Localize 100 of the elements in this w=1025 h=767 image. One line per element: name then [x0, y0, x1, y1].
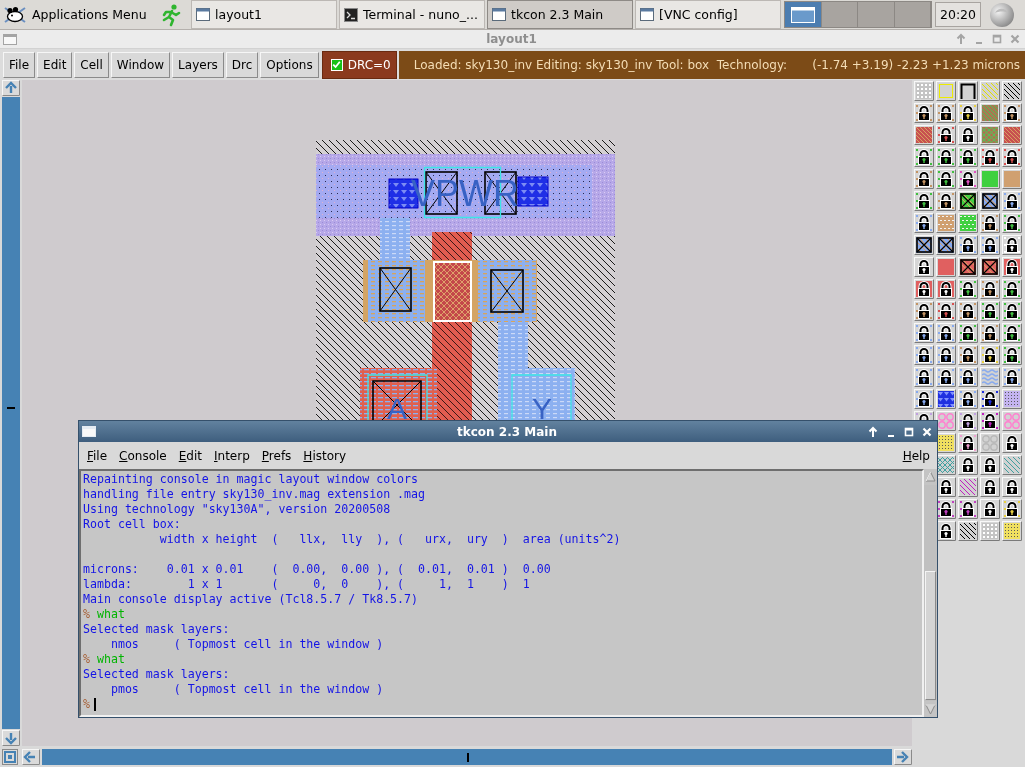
padlock-icon[interactable] — [958, 411, 978, 431]
padlock-icon[interactable] — [914, 191, 934, 211]
padlock-icon[interactable] — [958, 235, 978, 255]
menu-button[interactable]: Window — [110, 51, 171, 78]
padlock-icon[interactable] — [914, 367, 934, 387]
padlock-icon[interactable] — [914, 257, 934, 277]
padlock-icon[interactable] — [958, 301, 978, 321]
solid-swatch-icon[interactable] — [980, 169, 1000, 189]
dotted-swatch-icon[interactable] — [1002, 389, 1022, 409]
menu-item[interactable]: Interp — [214, 448, 250, 463]
padlock-icon[interactable] — [1002, 477, 1022, 497]
brick-swatch-icon[interactable] — [936, 213, 956, 233]
ring-swatch-icon[interactable] — [936, 411, 956, 431]
padlock-icon[interactable] — [936, 191, 956, 211]
crossed-swatch-icon[interactable] — [980, 257, 1000, 277]
padlock-icon[interactable] — [958, 125, 978, 145]
menu-button[interactable]: Drc — [225, 51, 259, 78]
ring-swatch-icon[interactable] — [1002, 411, 1022, 431]
padlock-icon[interactable] — [980, 213, 1000, 233]
nested-square-icon[interactable] — [2, 748, 18, 765]
hatched-swatch-icon[interactable] — [1002, 81, 1022, 101]
padlock-icon[interactable] — [1002, 213, 1022, 233]
checkbox[interactable] — [330, 58, 343, 71]
applications-menu-button[interactable]: Applications Menu — [0, 0, 156, 29]
down-arrow-icon[interactable] — [2, 730, 20, 746]
crosshatch-swatch-icon[interactable] — [936, 455, 956, 475]
padlock-icon[interactable] — [980, 411, 1000, 431]
grid-swatch-icon[interactable] — [980, 521, 1000, 541]
scroll-thumb[interactable] — [7, 406, 15, 409]
crossed-swatch-icon[interactable] — [958, 257, 978, 277]
ring-swatch-icon[interactable] — [980, 433, 1000, 453]
hatched-swatch-icon[interactable] — [958, 477, 978, 497]
padlock-icon[interactable] — [980, 477, 1000, 497]
padlock-icon[interactable] — [958, 455, 978, 475]
dotted-swatch-icon[interactable] — [1002, 521, 1022, 541]
hatched-swatch-icon[interactable] — [914, 125, 934, 145]
padlock-icon[interactable] — [1002, 103, 1022, 123]
scroll-thumb[interactable] — [467, 752, 469, 762]
menu-item[interactable]: Prefs — [261, 448, 292, 463]
crossed-swatch-icon[interactable] — [958, 191, 978, 211]
padlock-icon[interactable] — [914, 147, 934, 167]
scroll-thumb[interactable] — [925, 571, 936, 700]
padlock-icon[interactable] — [914, 169, 934, 189]
padlock-icon[interactable] — [936, 521, 956, 541]
padlock-icon[interactable] — [980, 499, 1000, 519]
drc-toggle[interactable]: DRC=0 — [321, 50, 397, 79]
hatched-swatch-icon[interactable] — [1002, 125, 1022, 145]
crossed-swatch-icon[interactable] — [914, 235, 934, 255]
padlock-icon[interactable] — [958, 499, 978, 519]
padlock-icon[interactable] — [1002, 147, 1022, 167]
padlock-icon[interactable] — [1002, 367, 1022, 387]
padlock-icon[interactable] — [914, 345, 934, 365]
hatched-swatch-icon[interactable] — [1002, 455, 1022, 475]
outline-swatch-icon[interactable] — [958, 81, 978, 101]
padlock-icon[interactable] — [914, 389, 934, 409]
padlock-icon[interactable] — [1002, 323, 1022, 343]
solid-swatch-icon[interactable] — [1002, 169, 1022, 189]
workspace-button[interactable] — [785, 2, 822, 27]
padlock-icon[interactable] — [914, 279, 934, 299]
padlock-icon[interactable] — [980, 345, 1000, 365]
padlock-icon[interactable] — [936, 301, 956, 321]
scallop-swatch-icon[interactable] — [936, 389, 956, 409]
padlock-icon[interactable] — [1002, 279, 1022, 299]
hatched-swatch-icon[interactable] — [980, 103, 1000, 123]
hatched-swatch-icon[interactable] — [958, 521, 978, 541]
dotted-swatch-icon[interactable] — [936, 433, 956, 453]
taskbar-task[interactable]: Terminal - nuno_... — [339, 0, 485, 29]
padlock-icon[interactable] — [1002, 301, 1022, 321]
padlock-icon[interactable] — [980, 323, 1000, 343]
padlock-icon[interactable] — [914, 323, 934, 343]
up-arrow-icon[interactable] — [2, 80, 20, 96]
padlock-icon[interactable] — [958, 169, 978, 189]
padlock-icon[interactable] — [980, 147, 1000, 167]
padlock-icon[interactable] — [958, 323, 978, 343]
padlock-icon[interactable] — [958, 433, 978, 453]
padlock-icon[interactable] — [1002, 257, 1022, 277]
padlock-icon[interactable] — [958, 147, 978, 167]
padlock-icon[interactable] — [936, 103, 956, 123]
padlock-icon[interactable] — [936, 125, 956, 145]
right-arrow-icon[interactable] — [894, 748, 912, 765]
padlock-icon[interactable] — [914, 213, 934, 233]
padlock-icon[interactable] — [1002, 499, 1022, 519]
left-arrow-icon[interactable] — [22, 748, 40, 765]
padlock-icon[interactable] — [936, 499, 956, 519]
menu-button[interactable]: Edit — [37, 51, 73, 78]
padlock-icon[interactable] — [980, 455, 1000, 475]
padlock-icon[interactable] — [958, 345, 978, 365]
padlock-icon[interactable] — [980, 235, 1000, 255]
menu-button[interactable]: Options — [260, 51, 319, 78]
padlock-icon[interactable] — [958, 103, 978, 123]
padlock-icon[interactable] — [1002, 191, 1022, 211]
outline-swatch-icon[interactable] — [936, 81, 956, 101]
crossed-swatch-icon[interactable] — [936, 235, 956, 255]
crosshatch-swatch-icon[interactable] — [980, 125, 1000, 145]
padlock-icon[interactable] — [936, 367, 956, 387]
maximize-icon[interactable] — [903, 425, 915, 438]
striped-swatch-icon[interactable] — [980, 367, 1000, 387]
taskbar-task[interactable]: tkcon 2.3 Main — [487, 0, 633, 29]
menu-item[interactable]: History — [303, 448, 347, 463]
padlock-icon[interactable] — [936, 169, 956, 189]
